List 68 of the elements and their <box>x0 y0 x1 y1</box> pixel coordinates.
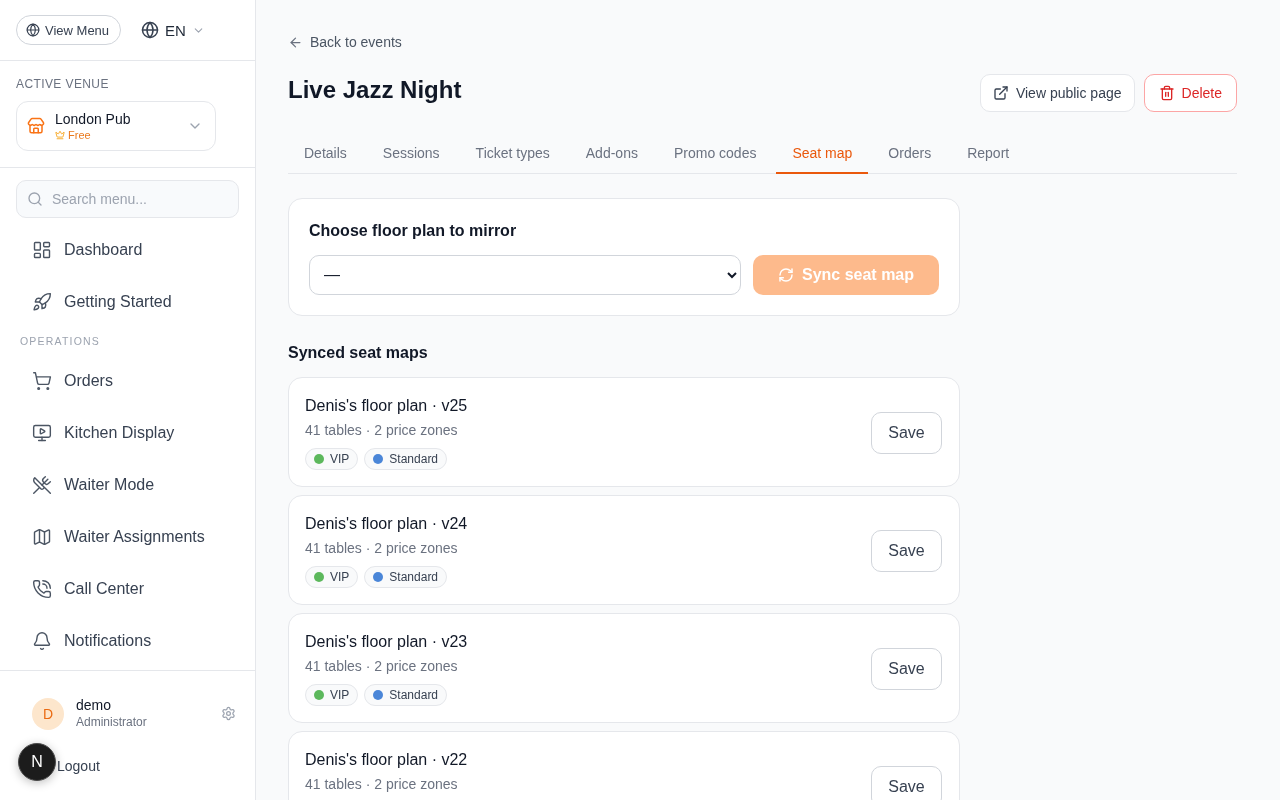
price-zone-tag: Standard <box>364 565 448 588</box>
save-button[interactable]: Save <box>871 412 942 454</box>
user-role: Administrator <box>76 715 148 730</box>
nav-item[interactable]: Getting Started <box>16 280 239 324</box>
nav-item[interactable]: Call Center <box>16 567 239 611</box>
external-link-icon <box>992 84 1009 101</box>
page-title: Live Jazz Night <box>288 74 462 105</box>
rocket-icon <box>32 292 52 312</box>
search-field[interactable]: Search menu... <box>16 180 239 218</box>
tab[interactable]: Promo codes <box>657 133 773 174</box>
utensils-icon <box>32 475 52 495</box>
settings-icon[interactable] <box>221 706 236 721</box>
monitor-icon <box>32 423 52 443</box>
tab[interactable]: Report <box>951 133 1026 174</box>
nav-item[interactable]: Orders <box>16 359 239 403</box>
price-zone-tag: VIP <box>305 565 359 588</box>
seat-map-summary: 41 tables · 2 price zones <box>305 420 459 440</box>
search-icon <box>27 191 43 207</box>
view-public-page-button[interactable]: View public page <box>979 73 1135 112</box>
seat-map-title: Denis's floor plan · v24 <box>305 513 468 534</box>
delete-button[interactable]: Delete <box>1143 73 1237 112</box>
section-heading: ACTIVE VENUE <box>16 77 110 91</box>
plan-label: Free <box>68 128 91 142</box>
floor-plan-select[interactable]: — <box>309 254 741 295</box>
price-zone-tag: VIP <box>305 683 359 706</box>
nav-section-heading: OPERATIONS <box>19 334 102 349</box>
save-button[interactable]: Save <box>871 648 942 690</box>
venue-selector[interactable]: London Pub Free <box>16 101 216 151</box>
nav-item[interactable]: Notifications <box>16 619 239 663</box>
save-button[interactable]: Save <box>871 530 942 572</box>
seat-map-title: Denis's floor plan · v23 <box>305 631 468 652</box>
nav-item[interactable]: Kitchen Display <box>16 411 239 455</box>
seat-map-title: Denis's floor plan · v25 <box>305 395 468 416</box>
globe-icon <box>26 23 40 37</box>
save-button[interactable]: Save <box>871 766 942 800</box>
field-label: Choose floor plan to mirror <box>309 220 518 241</box>
seat-map-summary: 41 tables · 2 price zones <box>305 538 459 558</box>
nav-item[interactable]: Waiter Assignments <box>16 515 239 559</box>
tab[interactable]: Details <box>288 133 363 174</box>
back-link[interactable]: Back to events <box>288 32 402 52</box>
seat-map-summary: 41 tables · 2 price zones <box>305 656 459 676</box>
bell-icon <box>32 631 52 651</box>
store-icon <box>27 117 45 135</box>
user-avatar: D <box>32 697 64 730</box>
phone-icon <box>32 579 52 599</box>
map-icon <box>32 527 52 547</box>
section-heading: Synced seat maps <box>288 342 429 363</box>
view-menu-button[interactable]: View Menu <box>16 15 122 45</box>
tab[interactable]: Sessions <box>366 133 456 174</box>
language-selector[interactable]: EN <box>141 21 205 39</box>
tab[interactable]: Orders <box>872 133 948 174</box>
nav-item[interactable]: Dashboard <box>16 228 239 272</box>
seat-map-title: Denis's floor plan · v22 <box>305 749 468 770</box>
nav-item[interactable]: Waiter Mode <box>16 463 239 507</box>
globe-icon <box>141 21 160 39</box>
tab[interactable]: Add-ons <box>569 133 654 174</box>
price-zone-tag: Standard <box>364 447 448 470</box>
price-zone-tag: VIP <box>305 447 359 470</box>
user-name: demo <box>76 697 113 714</box>
cart-icon <box>32 371 52 391</box>
tab[interactable]: Ticket types <box>459 133 566 174</box>
refresh-icon <box>777 266 794 283</box>
trash-icon <box>1158 84 1175 101</box>
venue-name: London Pub <box>55 110 132 128</box>
price-zone-tag: Standard <box>364 683 448 706</box>
dashboard-icon <box>32 240 52 260</box>
crown-icon <box>55 130 65 140</box>
seat-map-summary: 41 tables · 2 price zones <box>305 774 459 794</box>
